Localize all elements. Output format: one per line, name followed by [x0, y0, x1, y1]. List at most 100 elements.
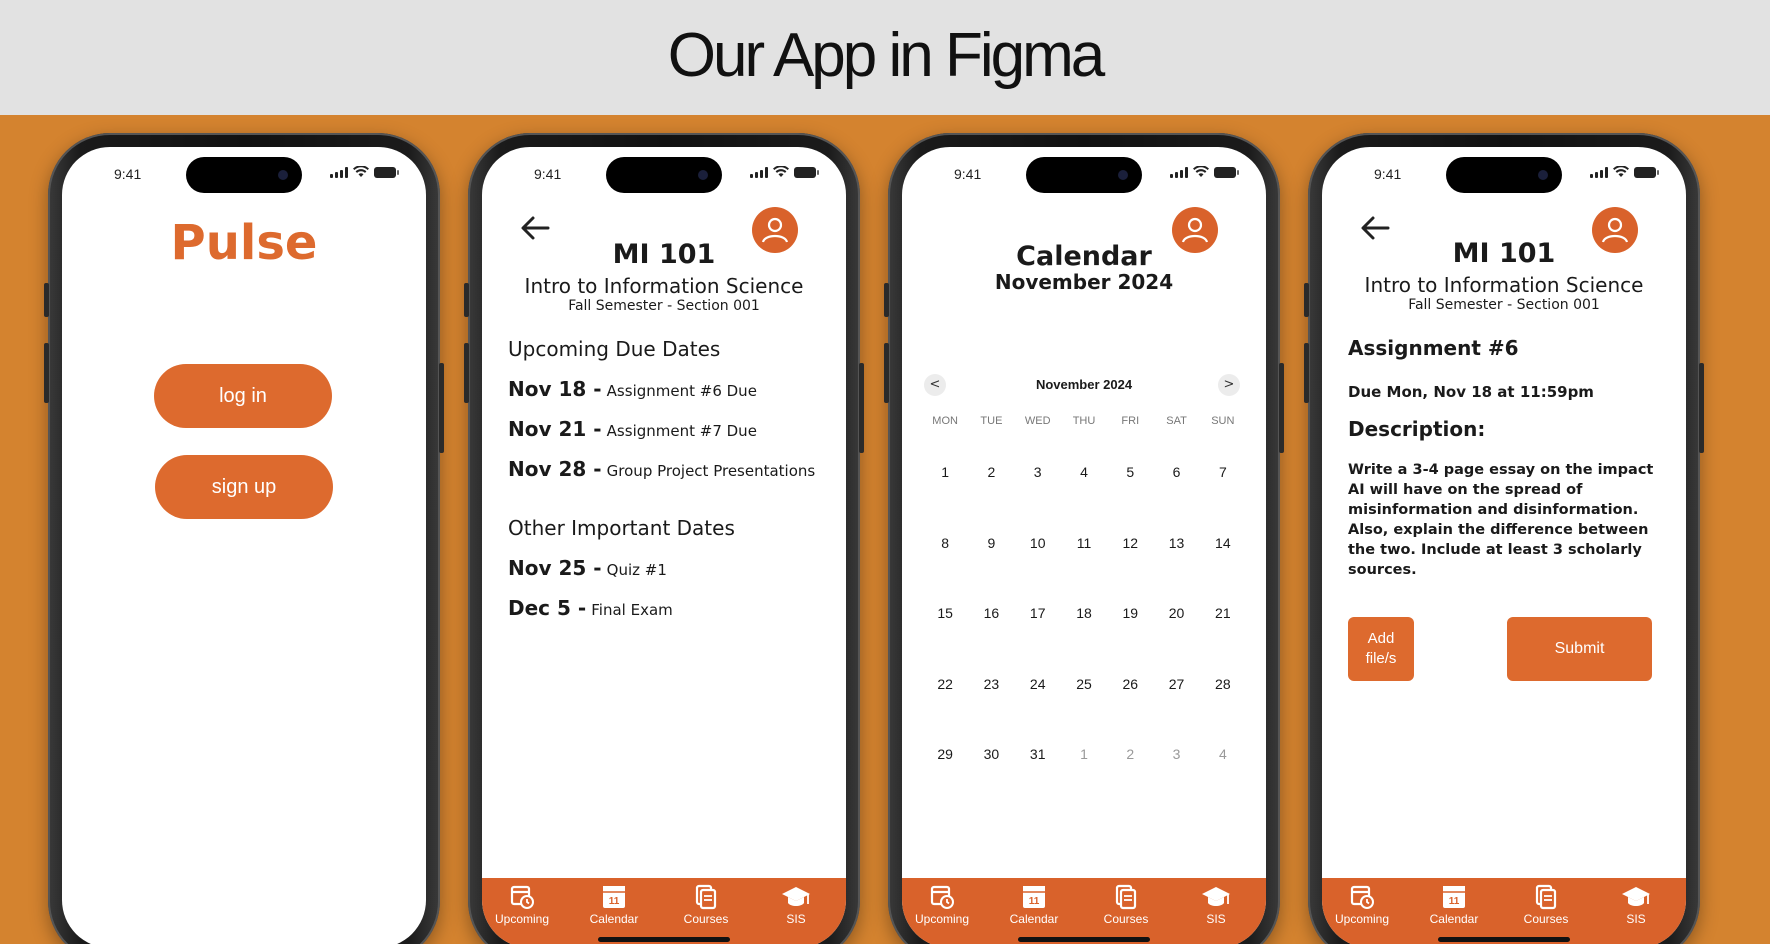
svg-text:11: 11 — [1449, 896, 1460, 907]
due-item[interactable]: Nov 28 - Group Project Presentations — [508, 457, 815, 481]
calendar-day[interactable]: 9 — [968, 535, 1014, 551]
calendar-day[interactable]: 24 — [1015, 676, 1061, 692]
calendar-week-row: 29 30 31 1 2 3 4 — [922, 719, 1246, 790]
tab-upcoming[interactable]: Upcoming — [1322, 884, 1402, 926]
tab-courses[interactable]: Courses — [666, 884, 746, 926]
dynamic-island — [186, 157, 302, 193]
calendar-day[interactable]: 28 — [1200, 676, 1246, 692]
calendar-day[interactable]: 7 — [1200, 464, 1246, 480]
tab-label: SIS — [786, 912, 806, 926]
calendar-day[interactable]: 17 — [1015, 605, 1061, 621]
tab-courses[interactable]: Courses — [1506, 884, 1586, 926]
tab-bar: Upcoming 11 Calendar Courses SIS — [482, 878, 846, 944]
tab-label: Courses — [683, 912, 729, 926]
dynamic-island — [606, 157, 722, 193]
battery-icon — [374, 166, 399, 178]
calendar-day[interactable]: 4 — [1200, 746, 1246, 762]
tab-label: SIS — [1206, 912, 1226, 926]
status-bar: 9:41 — [1322, 147, 1686, 203]
calendar-day[interactable]: 16 — [968, 605, 1014, 621]
calendar-day[interactable]: 18 — [1061, 605, 1107, 621]
calendar-day[interactable]: 11 — [1061, 535, 1107, 551]
signup-button[interactable]: sign up — [155, 455, 333, 519]
date-item[interactable]: Nov 25 - Quiz #1 — [508, 556, 667, 580]
calendar-day[interactable]: 2 — [968, 464, 1014, 480]
tab-upcoming[interactable]: Upcoming — [482, 884, 562, 926]
upcoming-heading: Upcoming Due Dates — [508, 337, 721, 361]
calendar-day[interactable]: 15 — [922, 605, 968, 621]
weekday-label: MON — [932, 415, 958, 427]
tab-calendar[interactable]: 11 Calendar — [994, 884, 1074, 926]
calendar-day[interactable]: 5 — [1107, 464, 1153, 480]
calendar-day[interactable]: 19 — [1107, 605, 1153, 621]
graduation-cap-icon — [756, 884, 836, 910]
due-item[interactable]: Nov 21 - Assignment #7 Due — [508, 417, 757, 441]
date-item[interactable]: Dec 5 - Final Exam — [508, 596, 673, 620]
tab-sis[interactable]: SIS — [1596, 884, 1676, 926]
description-heading: Description: — [1348, 417, 1486, 441]
status-time: 9:41 — [114, 166, 142, 182]
calendar-day[interactable]: 31 — [1015, 746, 1061, 762]
calendar-day[interactable]: 13 — [1153, 535, 1199, 551]
submit-button[interactable]: Submit — [1507, 617, 1652, 681]
course-name: Intro to Information Science — [1364, 273, 1644, 297]
home-indicator[interactable] — [598, 937, 730, 942]
calendar-day[interactable]: 8 — [922, 535, 968, 551]
calendar-day[interactable]: 2 — [1107, 746, 1153, 762]
status-time: 9:41 — [954, 166, 982, 182]
home-indicator[interactable] — [1018, 937, 1150, 942]
course-screen: 9:41 MI 101 Intro to Information Science… — [482, 147, 846, 944]
course-code: MI 101 — [1452, 238, 1556, 269]
calendar-day[interactable]: 12 — [1107, 535, 1153, 551]
calendar-day[interactable]: 25 — [1061, 676, 1107, 692]
status-time: 9:41 — [534, 166, 562, 182]
calendar-day[interactable]: 4 — [1061, 464, 1107, 480]
calendar-day[interactable]: 10 — [1015, 535, 1061, 551]
calendar-screen: 9:41 Calendar November 2024 < November 2… — [902, 147, 1266, 944]
battery-icon — [1214, 166, 1239, 178]
due-text: Assignment #6 Due — [606, 382, 757, 400]
tab-sis[interactable]: SIS — [1176, 884, 1256, 926]
calendar-subtitle: November 2024 — [994, 270, 1174, 294]
calendar-day[interactable]: 20 — [1153, 605, 1199, 621]
tab-bar: Upcoming 11 Calendar Courses SIS — [902, 878, 1266, 944]
weekday-label: TUE — [980, 415, 1003, 427]
add-file-button[interactable]: Add file/s — [1348, 617, 1414, 681]
tab-upcoming[interactable]: Upcoming — [902, 884, 982, 926]
tab-calendar[interactable]: 11 Calendar — [574, 884, 654, 926]
calendar-day[interactable]: 14 — [1200, 535, 1246, 551]
calendar-day[interactable]: 30 — [968, 746, 1014, 762]
login-button[interactable]: log in — [154, 364, 332, 428]
other-dates-heading: Other Important Dates — [508, 516, 735, 540]
calendar-day[interactable]: 23 — [968, 676, 1014, 692]
brand-logo: Pulse — [170, 215, 318, 271]
graduation-cap-icon — [1176, 884, 1256, 910]
status-time: 9:41 — [1374, 166, 1402, 182]
calendar-day[interactable]: 21 — [1200, 605, 1246, 621]
calendar-day[interactable]: 26 — [1107, 676, 1153, 692]
calendar-day[interactable]: 27 — [1153, 676, 1199, 692]
next-month-button[interactable]: > — [1218, 374, 1240, 396]
home-indicator[interactable] — [1438, 937, 1570, 942]
tab-label: Calendar — [589, 912, 639, 926]
weekday-label: FRI — [1121, 415, 1140, 427]
courses-icon — [666, 884, 746, 910]
dynamic-island — [1026, 157, 1142, 193]
calendar-day[interactable]: 6 — [1153, 464, 1199, 480]
tab-sis[interactable]: SIS — [756, 884, 836, 926]
calendar-day[interactable]: 3 — [1015, 464, 1061, 480]
calendar-day[interactable]: 22 — [922, 676, 968, 692]
signal-icon — [750, 166, 768, 178]
due-date: Dec 5 - — [508, 596, 587, 620]
tab-label: Courses — [1103, 912, 1149, 926]
calendar-day[interactable]: 3 — [1153, 746, 1199, 762]
tab-courses[interactable]: Courses — [1086, 884, 1166, 926]
due-text: Quiz #1 — [606, 561, 667, 579]
calendar-day[interactable]: 1 — [1061, 746, 1107, 762]
calendar-week-row: 22 23 24 25 26 27 28 — [922, 649, 1246, 720]
calendar-day[interactable]: 29 — [922, 746, 968, 762]
calendar-icon: 11 — [574, 884, 654, 910]
calendar-day[interactable]: 1 — [922, 464, 968, 480]
tab-calendar[interactable]: 11 Calendar — [1414, 884, 1494, 926]
due-item[interactable]: Nov 18 - Assignment #6 Due — [508, 377, 757, 401]
